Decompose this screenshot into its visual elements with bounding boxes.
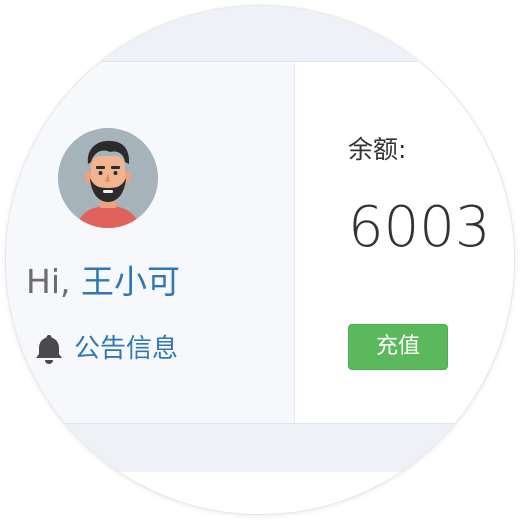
avatar	[58, 128, 158, 228]
magnified-view: Hi, 王小可 公告信息 余额: 6003 充值	[0, 0, 520, 520]
recharge-button[interactable]: 充值	[348, 324, 448, 370]
balance-label: 余额:	[348, 135, 407, 164]
bottom-band	[6, 423, 514, 472]
top-band	[6, 6, 514, 62]
lens-circle	[6, 6, 514, 514]
balance-value: 6003	[348, 195, 491, 260]
username-link[interactable]: 王小可	[81, 262, 180, 301]
user-panel	[6, 62, 295, 423]
bottom-area	[6, 472, 514, 514]
avatar-man-beard-icon	[58, 128, 158, 228]
notice-link[interactable]: 公告信息	[34, 332, 178, 366]
bell-icon	[34, 332, 64, 366]
user-greeting: Hi, 王小可	[26, 262, 180, 302]
notice-label: 公告信息	[74, 334, 179, 364]
greeting-prefix: Hi,	[26, 262, 81, 301]
